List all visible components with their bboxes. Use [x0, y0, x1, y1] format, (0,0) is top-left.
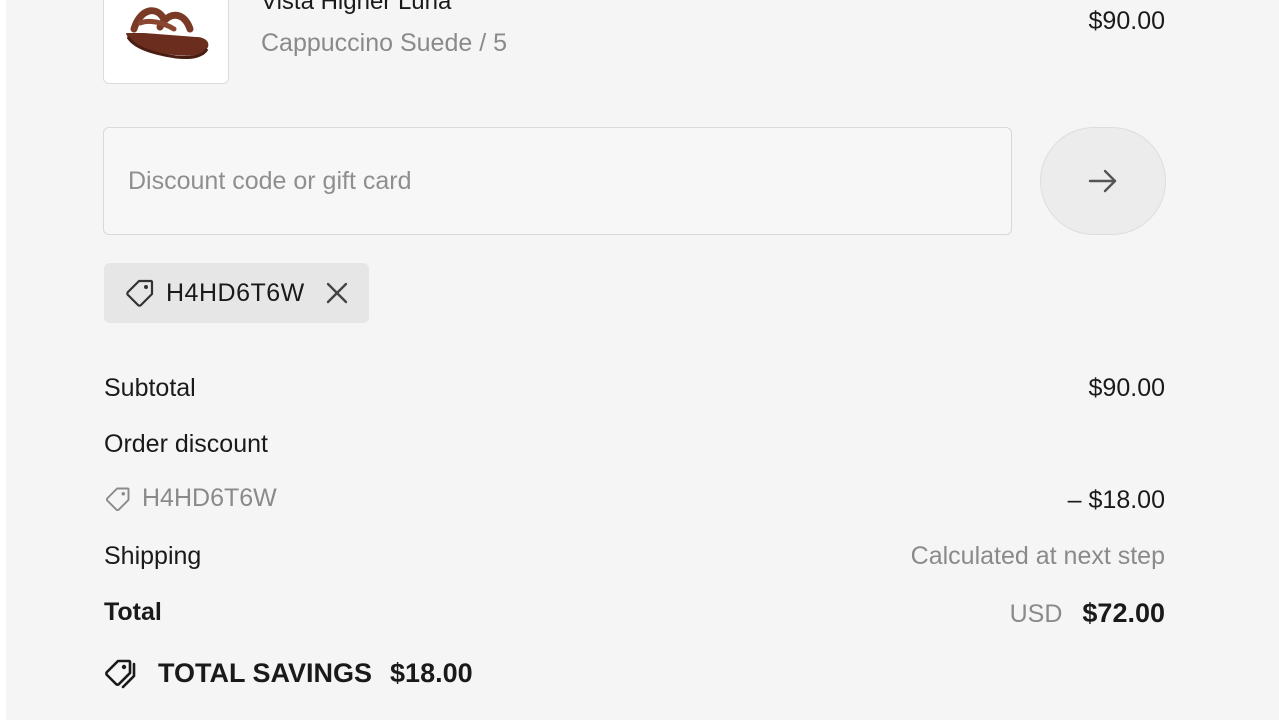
- discount-code-input[interactable]: [103, 127, 1012, 235]
- order-summary-page: Vista Higher Luna Cappuccino Suede / 5 $…: [0, 0, 1279, 720]
- remove-code-button[interactable]: [325, 281, 349, 305]
- product-name: Vista Higher Luna: [261, 0, 452, 15]
- left-edge-divider: [0, 0, 6, 720]
- applied-code-chip: H4HD6T6W: [104, 263, 369, 323]
- total-currency: USD: [1009, 600, 1063, 628]
- total-label: Total: [104, 598, 162, 626]
- product-variant: Cappuccino Suede / 5: [261, 29, 508, 57]
- tag-icon: [126, 279, 154, 307]
- savings-amount: $18.00: [390, 657, 473, 688]
- discount-code-row: H4HD6T6W: [104, 484, 277, 513]
- tags-icon: [105, 659, 136, 689]
- discount-code-text: H4HD6T6W: [142, 484, 277, 512]
- shipping-value: Calculated at next step: [910, 542, 1165, 570]
- order-discount-label: Order discount: [104, 430, 268, 458]
- product-price: $90.00: [1088, 7, 1165, 35]
- tag-icon: [105, 487, 130, 511]
- shipping-label: Shipping: [104, 542, 202, 570]
- product-thumbnail: [103, 0, 229, 84]
- subtotal-value: $90.00: [1088, 374, 1165, 402]
- sandal-image: [126, 7, 209, 59]
- savings-label: TOTAL SAVINGS: [158, 657, 373, 688]
- total-savings: TOTAL SAVINGS $18.00: [104, 656, 473, 690]
- arrow-right-icon: [1088, 169, 1117, 193]
- total-value-group: USD $72.00: [1010, 598, 1165, 629]
- discount-value: – $18.00: [1067, 486, 1165, 514]
- close-icon: [326, 282, 347, 304]
- apply-discount-button[interactable]: [1040, 127, 1166, 235]
- total-amount: $72.00: [1082, 598, 1165, 628]
- subtotal-label: Subtotal: [104, 374, 196, 402]
- applied-code-label: H4HD6T6W: [166, 278, 305, 307]
